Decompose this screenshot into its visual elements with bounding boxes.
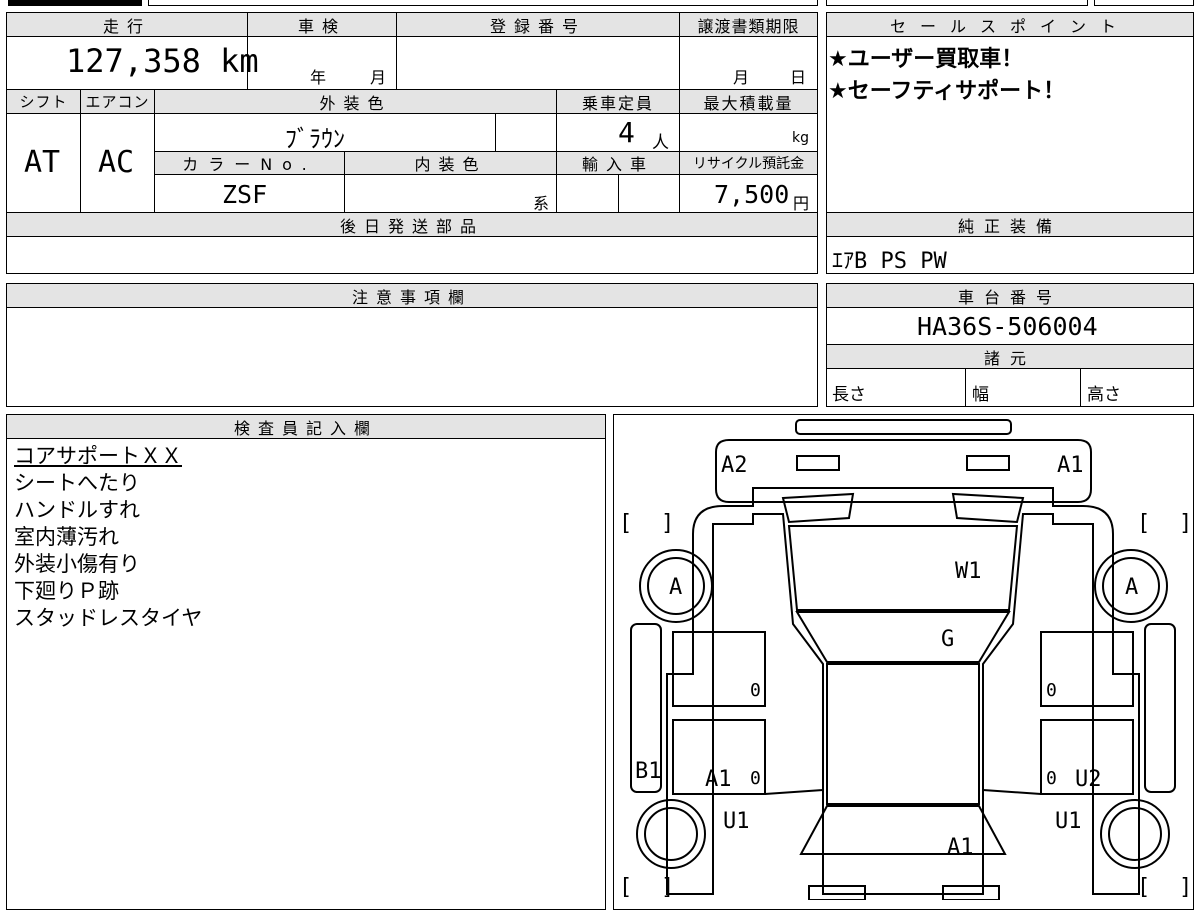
- sales-point-line-2: ★セーフティサポート！: [828, 79, 1066, 104]
- mark-front-left: A2: [721, 453, 748, 478]
- transfer-header: 譲渡書類期限: [679, 12, 818, 37]
- transfer-day-unit: 日: [790, 68, 807, 87]
- mark-right-rear-wheel: U1: [1055, 809, 1082, 834]
- bracket-right-rear: [: [1137, 875, 1150, 900]
- sales-points-block: [826, 12, 1194, 213]
- inspection-month-unit: 月: [370, 68, 387, 87]
- mileage-header: 走行: [6, 12, 248, 37]
- mark-windshield: W1: [955, 559, 982, 584]
- car-diagram: [ ] [ ] [ ] [ ] A2 A1 W1 A A G 0 0 0 0 B…: [619, 419, 1192, 900]
- inspection-header: 車検: [247, 12, 397, 37]
- inspector-note: コアサポートＸＸ: [14, 444, 182, 468]
- inspector-note: ハンドルすれ: [14, 498, 140, 522]
- registration-cell: [396, 36, 680, 90]
- chassis-number: HA36S-506004: [917, 312, 1098, 341]
- bracket-right-front-close: ]: [1179, 511, 1192, 536]
- max-load-header: 最大積載量: [679, 89, 818, 114]
- capacity-value: 4: [618, 116, 635, 149]
- chassis-header: 車台番号: [826, 283, 1194, 308]
- interior-color-header: 内装色: [344, 151, 557, 175]
- width-label: 幅: [972, 385, 989, 405]
- later-parts-header: 後日発送部品: [6, 212, 818, 237]
- capacity-header: 乗車定員: [556, 89, 680, 114]
- height-label: 高さ: [1087, 385, 1121, 405]
- mark-right-rear-door: 0: [1046, 768, 1057, 789]
- mark-rear: A1: [947, 835, 974, 860]
- mark-left-front-door: 0: [750, 680, 761, 701]
- capacity-unit: 人: [652, 133, 669, 153]
- top-strip-middle: [148, 0, 818, 6]
- mark-right-rear-panel: U2: [1075, 767, 1102, 792]
- ac-value: AC: [98, 145, 135, 180]
- bracket-left-front-close: ]: [661, 511, 674, 536]
- bracket-left-rear: [: [619, 875, 632, 900]
- color-no-value: ZSF: [222, 180, 268, 209]
- ac-header: エアコン: [80, 89, 155, 114]
- recycle-header: リサイクル預託金: [679, 151, 818, 175]
- mark-front-left-wheel: A: [669, 575, 682, 600]
- sales-point-line-1: ★ユーザー買取車！: [828, 47, 1024, 72]
- inspector-note: 室内薄汚れ: [14, 525, 119, 549]
- inspector-note: 下廻りＰ跡: [14, 579, 119, 603]
- top-strip-left: [8, 0, 142, 6]
- top-strip-right: [1094, 0, 1194, 6]
- interior-color-unit: 系: [533, 194, 550, 213]
- bracket-left-front: [: [619, 511, 632, 536]
- bracket-right-front: [: [1137, 511, 1150, 536]
- mark-left-rear-wheel: U1: [723, 809, 750, 834]
- import-header: 輸入車: [556, 151, 680, 175]
- mark-right-front-door: 0: [1046, 680, 1057, 701]
- mark-left-rear-panel: A1: [705, 767, 732, 792]
- exterior-color-value: ﾌﾞﾗｳﾝ: [285, 125, 345, 153]
- import-cell-right: [618, 174, 680, 213]
- max-load-unit: kg: [792, 130, 809, 146]
- interior-color-cell: [344, 174, 557, 213]
- mark-left-rear-door: 0: [750, 768, 761, 789]
- exterior-color-header: 外装色: [154, 89, 557, 114]
- transfer-month-unit: 月: [733, 68, 750, 87]
- recycle-unit: 円: [793, 194, 810, 213]
- import-cell-left: [556, 174, 619, 213]
- registration-header: 登録番号: [396, 12, 680, 37]
- recycle-value: 7,500: [714, 180, 790, 209]
- mark-front-right-wheel: A: [1125, 575, 1138, 600]
- mileage-value: 127,358 km: [66, 42, 259, 80]
- inspection-year-unit: 年: [310, 68, 327, 87]
- inspector-note: スタッドレスタイヤ: [14, 606, 203, 630]
- inspector-header: 検査員記入欄: [6, 414, 606, 439]
- inspector-note: シートへたり: [14, 471, 140, 495]
- inspector-notes: コアサポートＸＸ シートへたり ハンドルすれ 室内薄汚れ 外装小傷有り 下廻りＰ…: [14, 443, 202, 632]
- sales-points-header: セールスポイント: [826, 12, 1194, 37]
- mark-left-rocker: B1: [635, 759, 662, 784]
- length-label: 長さ: [832, 385, 866, 405]
- caution-header: 注意事項欄: [6, 283, 818, 308]
- top-strip-sales: [826, 0, 1088, 6]
- dimensions-header: 諸元: [826, 344, 1194, 369]
- genuine-equipment-value: ｴｱB PS PW: [832, 249, 947, 274]
- mark-front-right: A1: [1057, 453, 1084, 478]
- mark-glass: G: [941, 627, 954, 652]
- bracket-left-rear-close: ]: [661, 875, 674, 900]
- color-no-header: カラーNo.: [154, 151, 345, 175]
- exterior-color-extra-cell: [495, 113, 557, 152]
- shift-value: AT: [24, 145, 61, 180]
- genuine-equipment-header: 純正装備: [826, 212, 1194, 237]
- inspector-note: 外装小傷有り: [14, 552, 140, 576]
- shift-header: シフト: [6, 89, 81, 114]
- bracket-right-rear-close: ]: [1179, 875, 1192, 900]
